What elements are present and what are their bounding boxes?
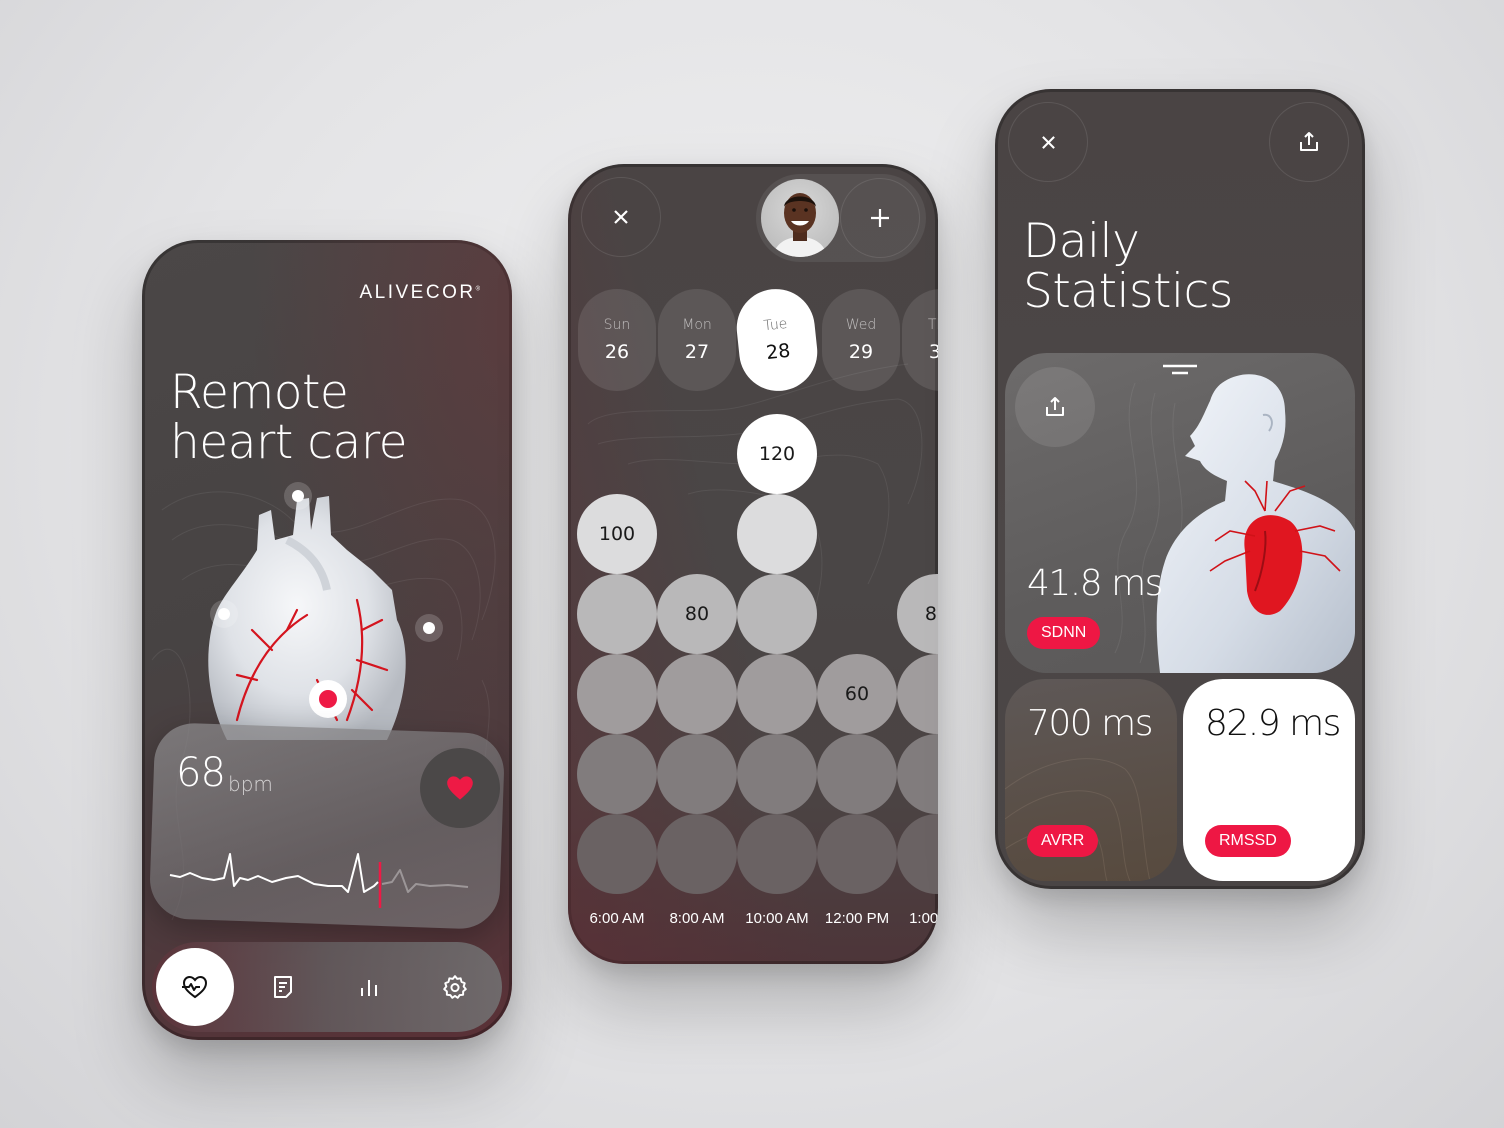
nav-reports[interactable] [244, 948, 322, 1026]
day-name: Tue [762, 315, 789, 335]
gear-icon [443, 975, 467, 999]
user-photo [773, 193, 827, 257]
bubble[interactable] [657, 654, 737, 734]
avrr-tag: AVRR [1027, 825, 1099, 857]
sdnn-value: 41.8 ms [1027, 563, 1163, 604]
day-name: Thu [927, 317, 938, 333]
body-illustration [1156, 374, 1355, 673]
bubble[interactable] [897, 814, 938, 894]
bubble-label: 80 [924, 603, 938, 625]
day-date: 30 [928, 341, 938, 363]
ecg-waveform [169, 853, 469, 908]
bubble-value[interactable]: 100 [577, 494, 657, 574]
hotspot-selected[interactable] [309, 680, 347, 718]
bubble[interactable] [737, 654, 817, 734]
share-icon [1046, 397, 1064, 416]
day-date: 28 [765, 339, 792, 365]
day-name: Sun [603, 317, 631, 333]
page-title: Daily Statistics [1023, 214, 1233, 319]
sdnn-tag: SDNN [1027, 617, 1101, 649]
close-button[interactable] [581, 177, 661, 257]
avrr-value: 700 ms [1027, 703, 1153, 744]
day-tue-selected[interactable]: Tue 28 [732, 285, 822, 395]
day-thu[interactable]: Thu 30 [902, 289, 938, 391]
bubble-label: 100 [598, 523, 636, 545]
avatar[interactable] [761, 179, 839, 257]
bubble[interactable] [817, 734, 897, 814]
day-sun[interactable]: Sun 26 [578, 289, 656, 391]
close-icon [1041, 135, 1055, 149]
favorite-button[interactable] [420, 748, 500, 828]
phone-remote-heart-care: ALIVECOR® Remote heart care 68 bpm [142, 240, 512, 1040]
bubble-label: 60 [844, 683, 870, 705]
share-icon [1300, 132, 1318, 151]
page-title: Remote heart care [170, 365, 408, 470]
heart-rate-value: 68 [176, 750, 226, 796]
bubble-label: 120 [758, 443, 796, 465]
share-button[interactable] [1269, 102, 1349, 182]
plus-icon [871, 209, 889, 227]
hotspot-left[interactable] [210, 600, 238, 628]
bubble-value[interactable]: 80 [897, 574, 938, 654]
bubble[interactable] [577, 734, 657, 814]
day-wed[interactable]: Wed 29 [822, 289, 900, 391]
heart-rate-unit: bpm [228, 772, 273, 796]
bubble[interactable] [577, 814, 657, 894]
nav-settings[interactable] [416, 948, 494, 1026]
time-label: 1:00 PM [909, 910, 938, 927]
day-mon[interactable]: Mon 27 [658, 289, 736, 391]
close-button[interactable] [1008, 102, 1088, 182]
rmssd-tag: RMSSD [1205, 825, 1291, 857]
phone-daily-statistics: Daily Statistics 41.8 ms SDNN 700 ms AVR… [995, 89, 1365, 889]
bar-chart-icon [361, 980, 377, 996]
day-date: 29 [848, 341, 874, 363]
nav-statistics[interactable] [330, 948, 408, 1026]
bubble-value[interactable]: 80 [657, 574, 737, 654]
bubble[interactable] [817, 814, 897, 894]
bubble[interactable] [577, 574, 657, 654]
day-name: Mon [682, 317, 712, 333]
hotspot-aorta[interactable] [284, 482, 312, 510]
share-button[interactable] [1015, 367, 1095, 447]
document-icon [274, 976, 292, 998]
bubble[interactable] [577, 654, 657, 734]
bubble[interactable] [897, 654, 938, 734]
bubble[interactable] [657, 814, 737, 894]
nav-heart-monitor[interactable] [156, 948, 234, 1026]
sdnn-card[interactable]: 41.8 ms SDNN [1005, 353, 1355, 673]
bubble[interactable] [657, 734, 737, 814]
bubble[interactable] [737, 734, 817, 814]
bubble[interactable] [737, 814, 817, 894]
day-name: Wed [845, 317, 877, 333]
rmssd-value: 82.9 ms [1205, 703, 1341, 744]
heart-pulse-icon [182, 975, 208, 999]
bubble-label: 80 [684, 603, 710, 625]
rmssd-card[interactable]: 82.9 ms RMSSD [1183, 679, 1355, 881]
bubble-value[interactable]: 60 [817, 654, 897, 734]
brand-logo: ALIVECOR® [359, 282, 480, 303]
bubble-value[interactable]: 120 [737, 414, 817, 494]
avrr-card[interactable]: 700 ms AVRR [1005, 679, 1177, 881]
hotspot-right[interactable] [415, 614, 443, 642]
day-date: 27 [684, 341, 710, 363]
close-icon [614, 210, 628, 224]
bottom-nav [152, 942, 502, 1032]
add-button[interactable] [840, 178, 920, 258]
heart-icon [447, 776, 473, 800]
bubble[interactable] [897, 734, 938, 814]
phone-schedule: Sun 26 Mon 27 Tue 28 Wed 29 Thu 30 100 80… [568, 164, 938, 964]
bubble[interactable] [737, 494, 817, 574]
user-group [756, 174, 926, 262]
bubble[interactable] [737, 574, 817, 654]
day-date: 26 [604, 341, 630, 363]
